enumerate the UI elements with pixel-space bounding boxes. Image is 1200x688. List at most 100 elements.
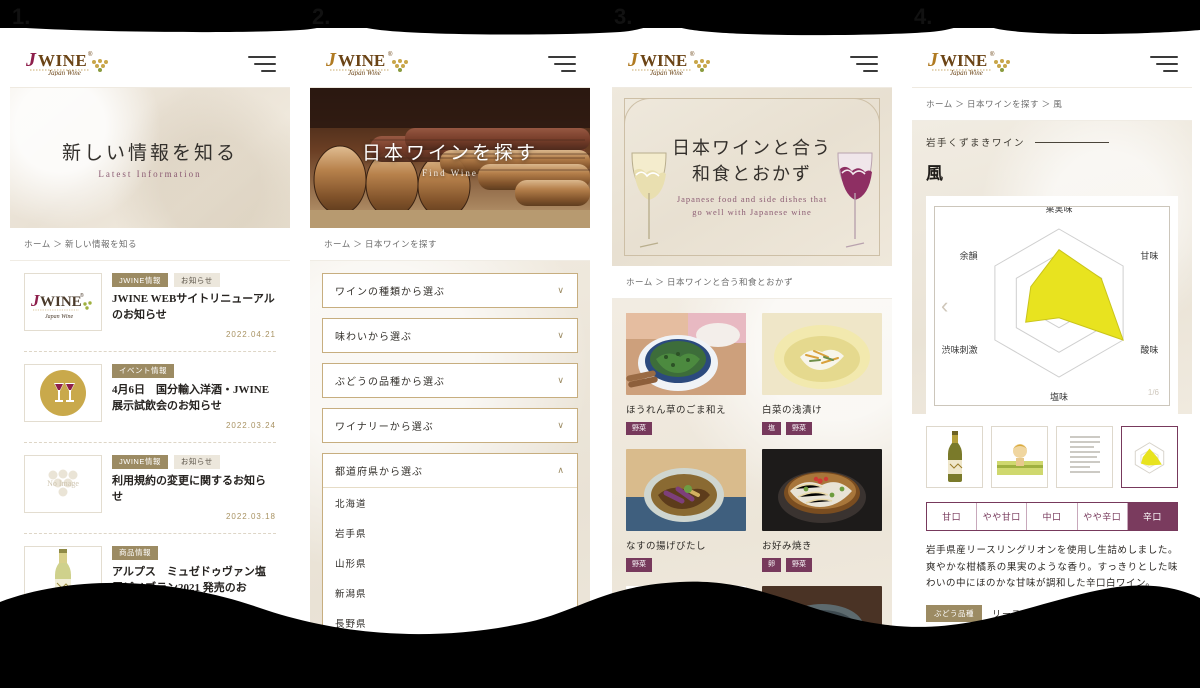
recipe-photo bbox=[626, 313, 746, 395]
jwine-logo[interactable]: J WINE ® Japan Wine bbox=[626, 46, 730, 81]
list-item[interactable]: No Image JWINE情報 お知らせ 利用規約の変更に関するお知らせ 20… bbox=[24, 443, 276, 534]
svg-text:果実味: 果実味 bbox=[1045, 207, 1072, 214]
svg-text:®: ® bbox=[80, 292, 84, 299]
thumbnail-bottle[interactable] bbox=[926, 426, 983, 488]
recipe-card[interactable]: なすの揚げびたし 野菜 bbox=[626, 449, 746, 572]
recipe-card[interactable]: ほうれん草のごま和え 野菜 bbox=[626, 313, 746, 436]
jwine-logo[interactable]: J WINE ® Japan Wine bbox=[324, 46, 428, 81]
sweetness-option-amakuchi[interactable]: 甘口 bbox=[927, 503, 978, 530]
svg-text:®: ® bbox=[990, 51, 995, 58]
product-header: 岩手くずまきワイン 風 ‹ 果実味 甘味 酸味 塩味 渋味刺激 余韻 1/6 bbox=[912, 121, 1192, 414]
news-date: 2022.04.21 bbox=[225, 329, 276, 339]
status-badge: JWINE情報 bbox=[112, 454, 168, 469]
thumbnail-radar[interactable] bbox=[1121, 426, 1178, 488]
accordion-label: ぶどうの品種から選ぶ bbox=[335, 377, 445, 388]
accordion-grape-variety[interactable]: ぶどうの品種から選ぶ ∨ bbox=[322, 363, 578, 398]
svg-text:Japan Wine: Japan Wine bbox=[348, 69, 381, 76]
recipe-tag: 野菜 bbox=[786, 422, 812, 436]
hamburger-menu-icon[interactable] bbox=[548, 55, 576, 72]
hamburger-menu-icon[interactable] bbox=[248, 55, 276, 72]
svg-text:J: J bbox=[30, 291, 40, 310]
hero-title-en-line2: go well with Japanese wine bbox=[692, 207, 812, 218]
jwine-logo[interactable]: J WINE ® Japan Wine bbox=[926, 46, 1030, 81]
svg-text:渋味刺激: 渋味刺激 bbox=[942, 344, 978, 355]
product-thumbnail-strip bbox=[912, 414, 1192, 488]
recipe-tag: 野菜 bbox=[786, 558, 812, 572]
recipe-card[interactable]: 白菜の浅漬け 塩 野菜 bbox=[762, 313, 882, 436]
prefecture-option[interactable]: 山梨県 bbox=[323, 638, 577, 652]
chevron-down-icon: ∨ bbox=[557, 375, 565, 385]
recipe-tags: 塩 野菜 bbox=[762, 422, 882, 436]
recipe-tag: 野菜 bbox=[626, 422, 652, 436]
chevron-down-icon: ∨ bbox=[557, 330, 565, 340]
phone-mock-1: J WINE ® Japan Wine 新しい情報を知る Latest Info… bbox=[10, 40, 290, 652]
breadcrumb: ホーム ＞ 日本ワインを探す bbox=[310, 228, 590, 261]
prefecture-option[interactable]: 山形県 bbox=[323, 548, 577, 578]
svg-text:塩味: 塩味 bbox=[1050, 391, 1068, 402]
accordion-prefecture[interactable]: 都道府県から選ぶ ∧ 北海道 岩手県 山形県 新潟県 長野県 山梨県 京都府 島… bbox=[322, 453, 578, 652]
thumbnail-label-art[interactable] bbox=[991, 426, 1048, 488]
news-date: 2022.03.15 bbox=[225, 618, 276, 628]
badge-group: 商品情報 bbox=[112, 545, 276, 560]
app-header-3: J WINE ® Japan Wine bbox=[612, 40, 892, 88]
recipe-photo bbox=[762, 313, 882, 395]
hero-title-jp-line2: 和食とおかず bbox=[692, 164, 812, 185]
accordion-taste[interactable]: 味わいから選ぶ ∨ bbox=[322, 318, 578, 353]
recipe-card[interactable] bbox=[626, 585, 746, 652]
chevron-down-icon: ∨ bbox=[557, 420, 565, 430]
news-thumbnail: J WINE ® Japan Wine bbox=[24, 273, 102, 331]
badge-group: イベント情報 bbox=[112, 363, 276, 378]
callout-number-4: 4. bbox=[914, 4, 933, 29]
chevron-down-icon: ∨ bbox=[557, 285, 565, 295]
prefecture-option[interactable]: 長野県 bbox=[323, 608, 577, 638]
thumbnail-spec-sheet[interactable] bbox=[1056, 426, 1113, 488]
hero-banner-food-pairing: 日本ワインと合う 和食とおかず Japanese food and side d… bbox=[612, 88, 892, 266]
hero-banner-latest: 新しい情報を知る Latest Information bbox=[10, 88, 290, 228]
sweetness-option-yaya-amakuchi[interactable]: やや甘口 bbox=[977, 503, 1028, 530]
recipe-tag: 卵 bbox=[762, 558, 781, 572]
prefecture-option[interactable]: 岩手県 bbox=[323, 518, 577, 548]
svg-text:甘味: 甘味 bbox=[1140, 250, 1158, 261]
recipe-name: お好み焼き bbox=[762, 542, 813, 553]
sweetness-option-chukuchi[interactable]: 中口 bbox=[1027, 503, 1078, 530]
svg-text:J: J bbox=[627, 49, 639, 71]
svg-text:WINE: WINE bbox=[338, 51, 385, 70]
hero-title-jp: 新しい情報を知る bbox=[61, 142, 238, 164]
news-list: J WINE ® Japan Wine JWINE情報 お知らせ JWINE W… bbox=[10, 261, 290, 641]
callout-number-2: 2. bbox=[312, 4, 331, 29]
hamburger-menu-icon[interactable] bbox=[1150, 55, 1178, 72]
svg-text:J: J bbox=[927, 49, 939, 71]
recipe-name: ほうれん草のごま和え bbox=[626, 406, 727, 416]
prefecture-option[interactable]: 新潟県 bbox=[323, 578, 577, 608]
sweetness-option-yaya-karakuchi[interactable]: やや辛口 bbox=[1078, 503, 1128, 530]
recipe-card[interactable] bbox=[762, 585, 882, 652]
prev-arrow-icon[interactable]: ‹ bbox=[941, 295, 948, 317]
jwine-logo[interactable]: J WINE ® Japan Wine bbox=[24, 46, 128, 81]
app-header-2: J WINE ® Japan Wine bbox=[310, 40, 590, 88]
news-thumbnail bbox=[24, 545, 102, 604]
recipe-tag: 塩 bbox=[762, 422, 781, 436]
breadcrumb: ホーム ＞ 日本ワインを探す ＞ 風 bbox=[912, 88, 1192, 121]
prefecture-option[interactable]: 北海道 bbox=[323, 488, 577, 518]
filter-accordion-list: ワインの種類から選ぶ ∨ 味わいから選ぶ ∨ ぶどうの品種から選ぶ ∨ ワイナリ… bbox=[310, 261, 590, 652]
list-item[interactable]: J WINE ® Japan Wine JWINE情報 お知らせ JWINE W… bbox=[24, 261, 276, 352]
spec-label: ぶどう品種 bbox=[926, 604, 982, 622]
slide-index: 1/6 bbox=[1147, 388, 1159, 397]
list-item[interactable]: イベント情報 4月6日 国分輸入洋酒・JWINE展示試飲会のお知らせ 2022.… bbox=[24, 352, 276, 443]
accordion-label: ワイナリーから選ぶ bbox=[335, 422, 434, 433]
spec-value: リースリング・リオン bbox=[992, 608, 1092, 619]
winery-name: 岩手くずまきワイン bbox=[926, 139, 1026, 149]
sweetness-option-karakuchi[interactable]: 辛口 bbox=[1127, 503, 1178, 530]
svg-text:Japan Wine: Japan Wine bbox=[950, 69, 983, 76]
accordion-wine-type[interactable]: ワインの種類から選ぶ ∨ bbox=[322, 273, 578, 308]
recipe-card[interactable]: お好み焼き 卵 野菜 bbox=[762, 449, 882, 572]
hamburger-menu-icon[interactable] bbox=[850, 55, 878, 72]
accordion-winery[interactable]: ワイナリーから選ぶ ∨ bbox=[322, 408, 578, 443]
status-badge: JWINE情報 bbox=[112, 273, 168, 287]
recipe-photo bbox=[626, 449, 746, 532]
svg-text:WINE: WINE bbox=[40, 294, 82, 310]
page-title: 風 bbox=[926, 164, 945, 183]
list-item[interactable]: 商品情報 アルプス ミュゼドゥヴァン塩尻ピノブラン2021 発売のお知…… 20… bbox=[24, 534, 276, 641]
app-header-1: J WINE ® Japan Wine bbox=[10, 40, 290, 88]
accordion-label: 味わいから選ぶ bbox=[335, 332, 412, 343]
